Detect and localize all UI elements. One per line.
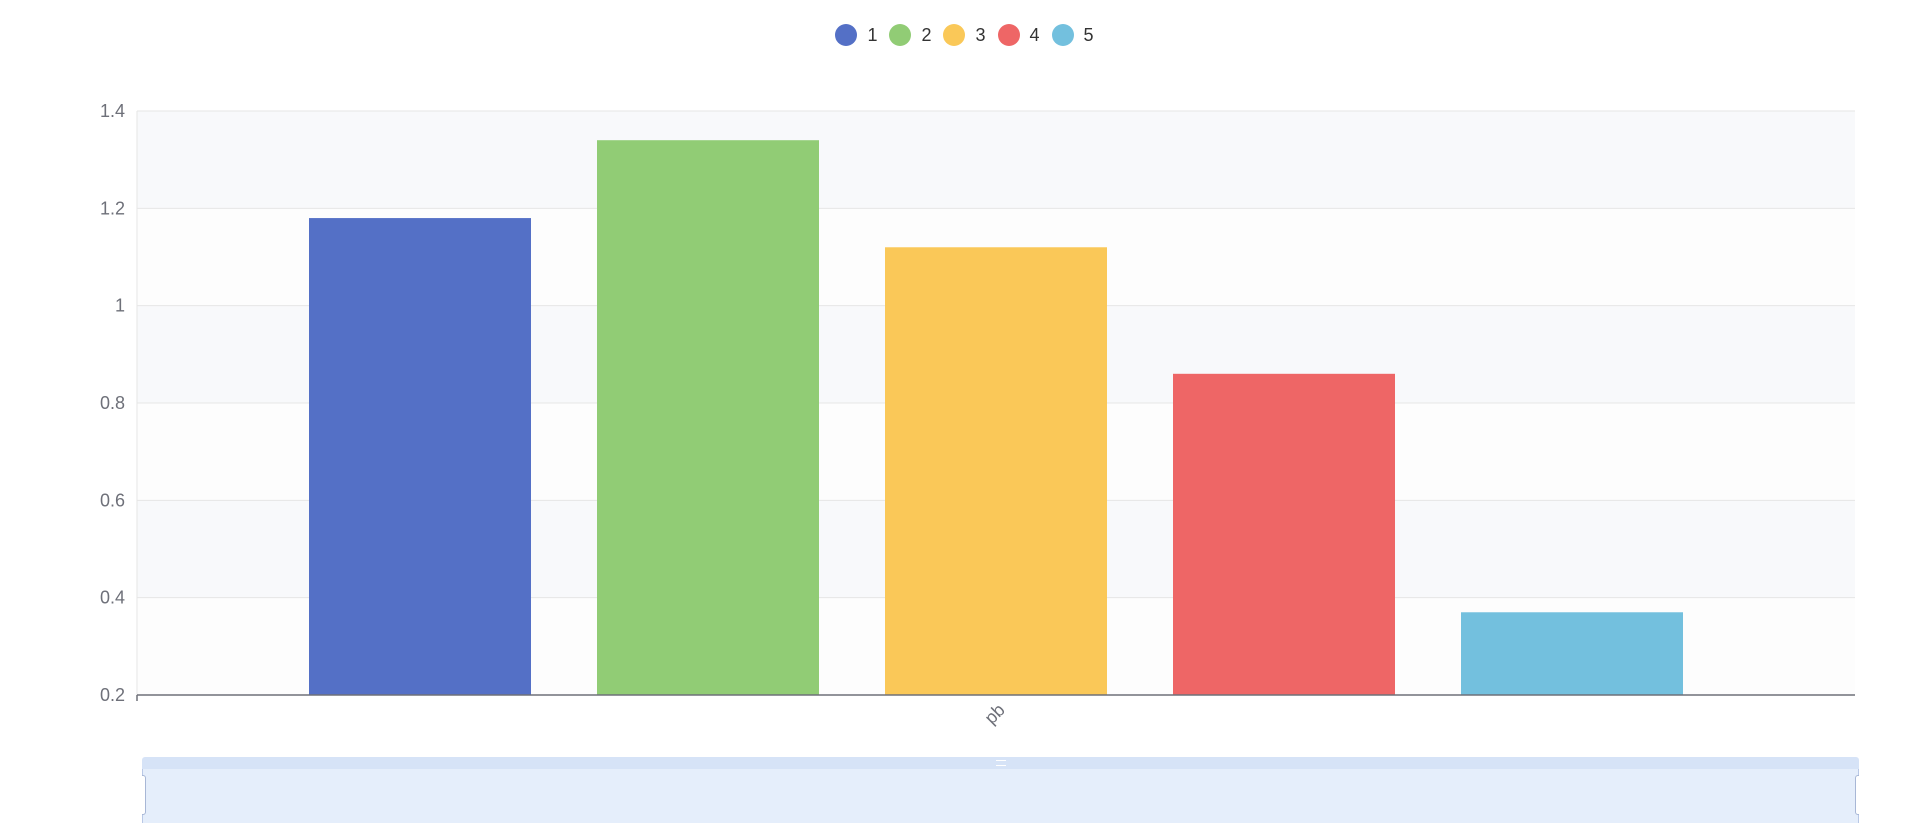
y-tick-label: 0.2 <box>100 685 125 705</box>
y-tick-label: 0.6 <box>100 490 125 510</box>
bar-series-5 <box>1461 612 1683 695</box>
y-tick-label: 1.4 <box>100 101 125 121</box>
data-zoom-move-bar[interactable] <box>142 757 1859 769</box>
data-zoom-handle-right[interactable] <box>1855 775 1859 815</box>
y-tick-label: 1 <box>115 296 125 316</box>
split-area-band <box>137 111 1855 209</box>
bar-series-2 <box>597 140 819 695</box>
x-tick-label: pb <box>981 700 1009 728</box>
y-tick-label: 0.4 <box>100 588 125 608</box>
bar-chart: 0.2 0.4 0.6 0.8 1 1.2 1.4 pb <box>100 101 1855 728</box>
bar-series-1 <box>309 218 531 696</box>
y-tick-label: 0.8 <box>100 393 125 413</box>
grip-icon <box>995 760 1006 766</box>
bar-series-4 <box>1173 373 1395 695</box>
y-tick-label: 1.2 <box>100 198 125 218</box>
data-zoom-slider[interactable] <box>142 757 1859 823</box>
data-zoom-handle-left[interactable] <box>142 775 146 815</box>
bar-series-3 <box>885 247 1107 695</box>
data-zoom-window[interactable] <box>142 769 1859 823</box>
